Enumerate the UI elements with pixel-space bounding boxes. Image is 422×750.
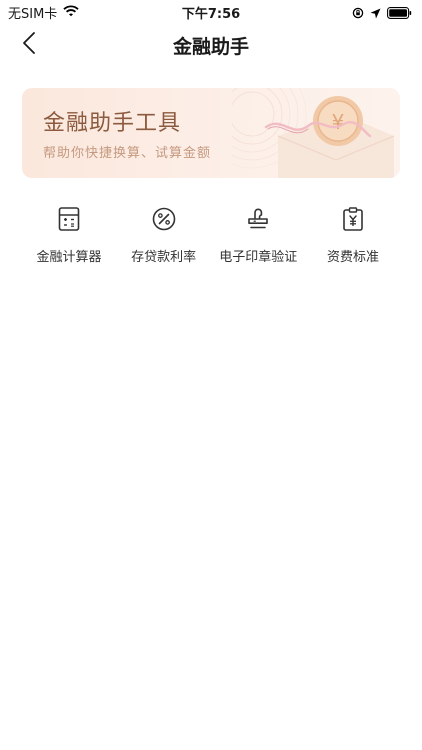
tool-fee-standard[interactable]: 资费标准 (306, 206, 400, 265)
nav-bar: 金融助手 (0, 22, 422, 68)
tool-deposit-loan-rate[interactable]: 存贷款利率 (117, 206, 211, 265)
tool-label: 资费标准 (326, 250, 379, 265)
percent-icon (151, 206, 177, 232)
banner-subtitle: 帮助你快捷换算、试算金额 (43, 146, 212, 161)
status-bar: 无SIM卡 下午7:56 (0, 0, 422, 22)
coin-symbol: ¥ (332, 110, 345, 134)
orientation-lock-icon (352, 4, 364, 23)
calculator-icon (56, 206, 82, 232)
financial-tools-banner[interactable]: 金融助手工具 帮助你快捷换算、试算金额 ¥ (22, 88, 400, 178)
tool-label: 电子印章验证 (219, 250, 298, 265)
tools-grid: 金融计算器 存贷款利率 电子印章验证 资费标准 (22, 206, 400, 265)
envelope-coin-illustration: ¥ (197, 88, 400, 178)
status-right (352, 4, 412, 23)
tool-calculator[interactable]: 金融计算器 (22, 206, 116, 265)
page-title: 金融助手 (172, 36, 249, 58)
tool-e-seal-verify[interactable]: 电子印章验证 (211, 206, 305, 265)
tool-label: 存贷款利率 (131, 250, 197, 265)
battery-icon (387, 4, 412, 23)
banner-title: 金融助手工具 (43, 111, 182, 136)
stamp-icon (245, 206, 271, 232)
location-arrow-icon (370, 4, 381, 23)
fee-clipboard-icon (340, 206, 366, 232)
tool-label: 金融计算器 (36, 250, 102, 265)
